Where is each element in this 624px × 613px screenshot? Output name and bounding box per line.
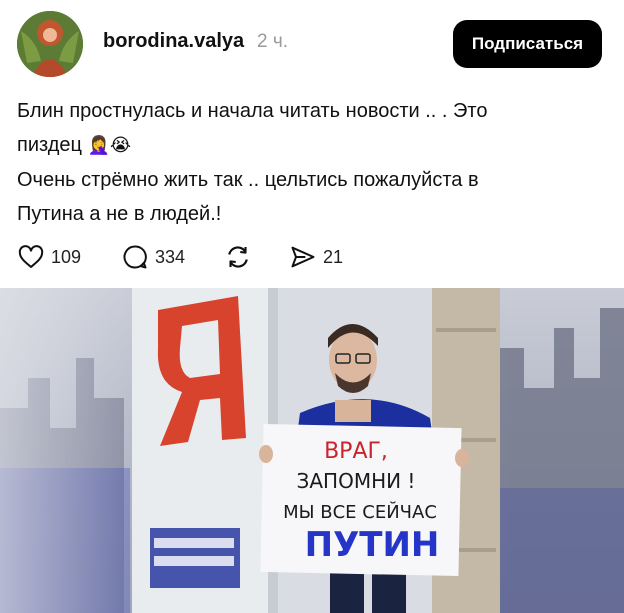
sign-line: ВРАГ, xyxy=(324,439,388,464)
post-text: Блин простнулась и начала читать новости… xyxy=(17,94,607,231)
post-text-word: пиздец xyxy=(17,134,82,156)
sign-line: МЫ ВСЕ СЕЙЧАС xyxy=(283,501,437,523)
post-time: 2 ч. xyxy=(257,31,289,52)
sign-line: ПУТИН xyxy=(305,525,440,565)
repost-arrows-icon xyxy=(228,246,248,268)
username[interactable]: borodina.valya xyxy=(103,30,244,53)
post-actions: 109 334 21 xyxy=(17,240,617,274)
post-text-line: Очень стрёмно жить так .. цельтись пожал… xyxy=(17,169,479,191)
comment-count: 334 xyxy=(155,246,186,267)
subscribe-button[interactable]: Подписаться xyxy=(453,20,602,68)
post-image[interactable]: ВРАГ, ЗАПОМНИ ! МЫ ВСЕ СЕЙЧАС ПУТИН xyxy=(0,288,624,613)
emoji: 🤦‍♀️😭 xyxy=(87,135,131,156)
share-count: 21 xyxy=(323,246,344,267)
comment-bubble-icon xyxy=(123,245,147,269)
post-text-line: Блин простнулась и начала читать новости… xyxy=(17,100,488,122)
sign-line: ЗАПОМНИ ! xyxy=(297,469,416,493)
protest-sign: ВРАГ, ЗАПОМНИ ! МЫ ВСЕ СЕЙЧАС ПУТИН xyxy=(260,423,462,577)
comment-button[interactable]: 334 xyxy=(121,240,185,274)
protest-photo: ВРАГ, ЗАПОМНИ ! МЫ ВСЕ СЕЙЧАС ПУТИН xyxy=(0,288,624,613)
heart-icon xyxy=(18,245,44,268)
like-count: 109 xyxy=(51,246,82,267)
share-button[interactable]: 21 xyxy=(289,240,343,274)
post-text-line: Путина а не в людей.! xyxy=(17,203,222,225)
send-arrow-icon xyxy=(291,246,315,268)
post-header: borodina.valya 2 ч. Подписаться xyxy=(0,0,624,88)
post-text-line: пиздец 🤦‍♀️😭 xyxy=(17,128,607,163)
avatar[interactable] xyxy=(17,11,83,77)
repost-button[interactable] xyxy=(223,240,253,274)
like-button[interactable]: 109 xyxy=(17,240,81,274)
